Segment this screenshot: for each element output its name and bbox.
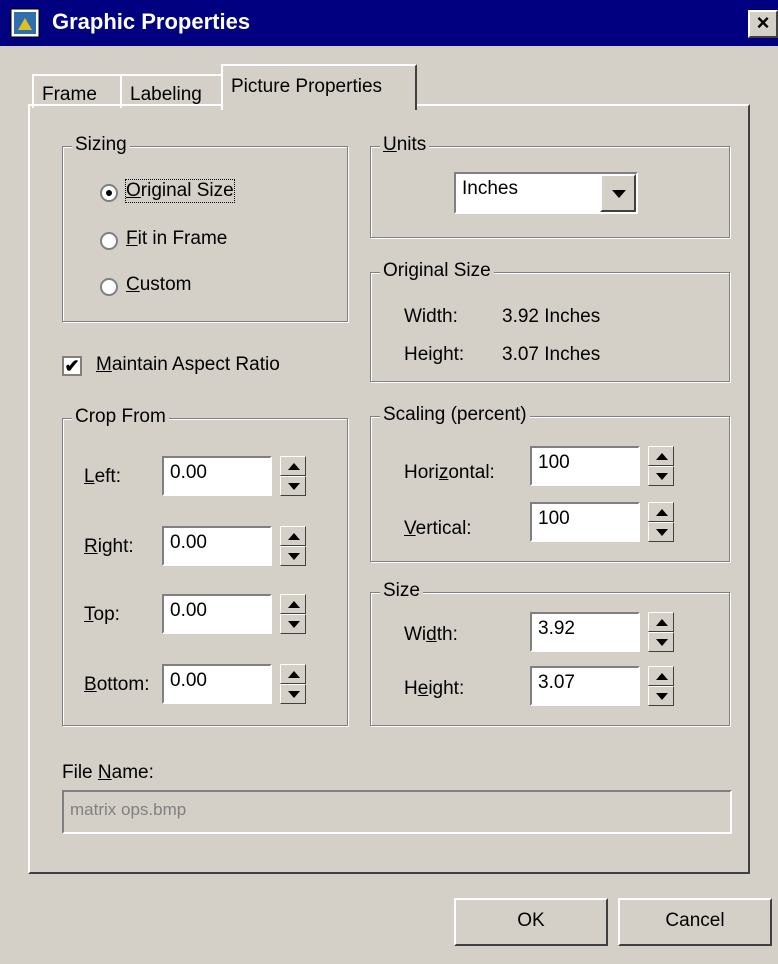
vertical-input[interactable]: 100 [530,502,640,542]
vertical-spinner[interactable] [648,502,674,542]
size-height-spinner[interactable] [648,666,674,706]
size-width-input[interactable]: 3.92 [530,612,640,652]
crop-left-spinner[interactable] [280,456,306,496]
original-height-value: 3.07 Inches [502,344,601,365]
original-height-label: Height: [404,344,465,365]
tab-labeling[interactable]: Labeling [120,74,223,108]
ok-button[interactable]: OK [454,898,608,946]
crop-top-spinner[interactable] [280,594,306,634]
size-group-title: Size [380,580,423,602]
scaling-group-title: Scaling (percent) [380,404,530,426]
crop-left-input[interactable]: 0.00 [162,456,272,496]
maintain-aspect-label[interactable]: Maintain Aspect Ratio [96,354,280,376]
sizing-group-title: Sizing [72,134,130,156]
horizontal-input[interactable]: 100 [530,446,640,486]
crop-left-label: Left: [84,466,121,487]
chevron-down-icon [612,190,626,198]
custom-label[interactable]: Custom [126,274,191,296]
tab-frame[interactable]: Frame [32,74,122,108]
units-dropdown-button[interactable] [600,174,636,212]
crop-top-label: Top: [84,604,120,625]
crop-bottom-input[interactable]: 0.00 [162,664,272,704]
crop-bottom-label: Bottom: [84,674,150,695]
original-size-radio[interactable] [100,184,118,202]
original-size-label[interactable]: Original Size [125,179,235,203]
size-height-input[interactable]: 3.07 [530,666,640,706]
crop-right-label: Right: [84,536,134,557]
tab-picture-properties[interactable]: Picture Properties [221,64,417,110]
horizontal-spinner[interactable] [648,446,674,486]
crop-right-spinner[interactable] [280,526,306,566]
crop-bottom-spinner[interactable] [280,664,306,704]
file-name-field: matrix ops.bmp [62,790,732,834]
horizontal-label: Horizontal: [404,462,495,483]
custom-radio[interactable] [100,278,118,296]
original-size-group-title: Original Size [380,260,494,282]
close-button[interactable]: × [748,10,778,38]
cancel-button[interactable]: Cancel [618,898,772,946]
vertical-label: Vertical: [404,518,472,539]
size-height-label: Height: [404,678,465,699]
size-width-label: Width: [404,624,458,645]
units-group-title: Units [380,134,430,156]
crop-top-input[interactable]: 0.00 [162,594,272,634]
size-width-spinner[interactable] [648,612,674,652]
crop-right-input[interactable]: 0.00 [162,526,272,566]
crop-from-group-title: Crop From [72,406,169,428]
file-name-label: File Name: [62,762,154,783]
original-width-label: Width: [404,306,458,327]
app-icon [10,8,40,38]
maintain-aspect-checkbox[interactable]: ✔ [62,356,82,376]
fit-in-frame-label[interactable]: Fit in Frame [126,228,227,250]
window-title: Graphic Properties [52,9,251,34]
original-width-value: 3.92 Inches [502,306,601,327]
fit-in-frame-radio[interactable] [100,232,118,250]
